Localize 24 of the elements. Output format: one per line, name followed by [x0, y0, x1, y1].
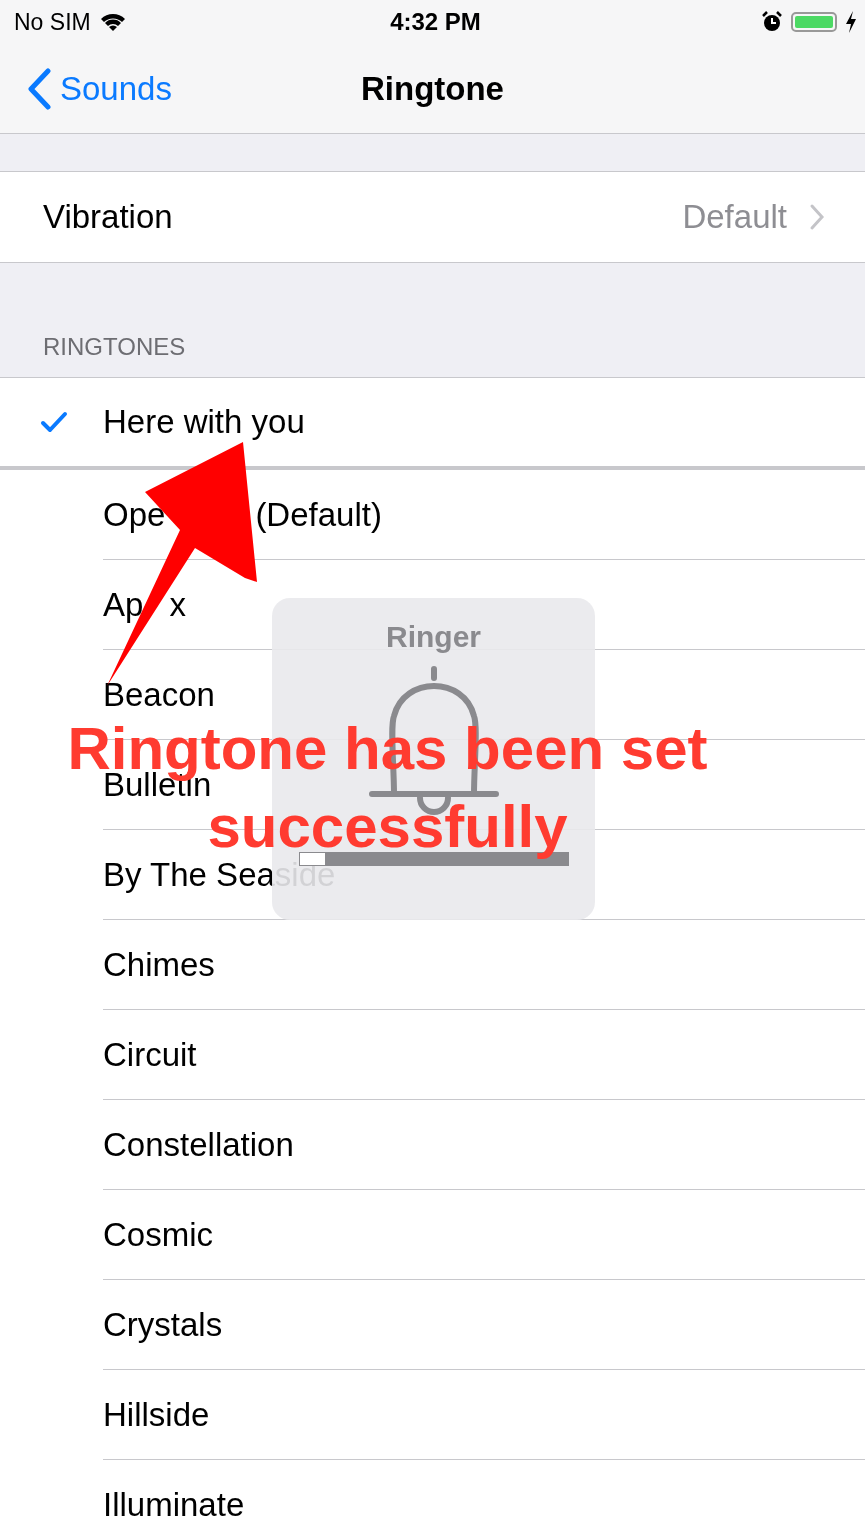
back-button[interactable]: Sounds	[0, 67, 172, 110]
ringtone-item[interactable]: Ap	[103, 585, 144, 624]
ringtone-item[interactable]: Here with you	[103, 403, 305, 441]
status-time: 4:32 PM	[390, 8, 481, 36]
battery-icon	[791, 12, 837, 32]
ringtone-item[interactable]: Constellation	[103, 1125, 294, 1164]
carrier: No SIM	[14, 8, 91, 36]
ringtone-item[interactable]: Chimes	[103, 945, 215, 984]
ringtone-item[interactable]: Hillside	[103, 1395, 210, 1434]
annotation-text: successfully	[207, 796, 568, 858]
ringtone-item[interactable]: x	[169, 585, 186, 624]
ringtone-item[interactable]: Ope	[103, 495, 166, 534]
ringtone-item[interactable]: (Default)	[255, 495, 382, 534]
ringtone-item[interactable]: Circuit	[103, 1035, 197, 1074]
chevron-left-icon	[26, 67, 52, 110]
ringtone-item[interactable]: Cosmic	[103, 1215, 213, 1254]
ringer-title: Ringer	[386, 620, 481, 654]
ringtone-item[interactable]: Beacon	[103, 675, 215, 714]
page-title: Ringtone	[361, 69, 504, 108]
checkmark-icon	[40, 411, 68, 433]
ringtone-item[interactable]: Crystals	[103, 1305, 223, 1344]
section-header: RINGTONES	[43, 333, 186, 361]
chevron-icon	[809, 203, 825, 231]
ringtone-item[interactable]: Illuminate	[103, 1485, 245, 1524]
